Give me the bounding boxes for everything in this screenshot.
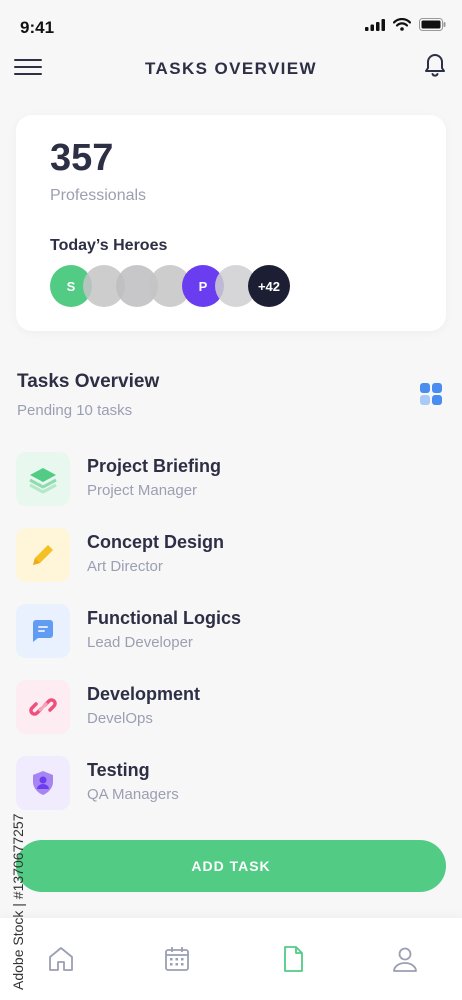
- bottom-tab-bar: [0, 918, 462, 1000]
- user-icon: [393, 947, 417, 972]
- task-role: Project Manager: [87, 482, 198, 499]
- status-icons: [365, 18, 446, 31]
- task-role: QA Managers: [87, 786, 179, 803]
- task-role: Art Director: [87, 558, 163, 575]
- heroes-avatar-list: S P +42: [50, 265, 310, 309]
- page-title: TASKS OVERVIEW: [145, 59, 317, 78]
- tab-document[interactable]: [278, 944, 308, 974]
- professionals-count: 357: [50, 137, 114, 179]
- notifications-button[interactable]: [422, 50, 448, 78]
- professionals-label: Professionals: [50, 187, 147, 204]
- task-title: Concept Design: [87, 532, 225, 552]
- grid-view-button[interactable]: [420, 383, 444, 407]
- task-title: Functional Logics: [87, 608, 242, 628]
- pencil-icon: [33, 545, 53, 565]
- document-icon: [284, 946, 303, 972]
- tab-calendar[interactable]: [162, 944, 192, 974]
- bell-icon: [425, 54, 445, 77]
- task-icon-tile: [16, 604, 70, 658]
- task-role: DevelOps: [87, 710, 153, 727]
- task-title: Project Briefing: [87, 456, 222, 476]
- avatar[interactable]: +42: [248, 265, 290, 307]
- stats-card: 357 Professionals Today’s Heroes S P +42: [16, 115, 446, 331]
- status-bar: 9:41: [0, 0, 462, 46]
- task-icon-tile: [16, 452, 70, 506]
- task-icon-tile: [16, 528, 70, 582]
- task-title: Testing: [87, 760, 150, 780]
- wifi-icon: [393, 18, 411, 31]
- calendar-icon: [165, 947, 189, 971]
- list-item[interactable]: Concept Design Art Director: [16, 528, 436, 584]
- task-icon-tile: [16, 680, 70, 734]
- task-role: Lead Developer: [87, 634, 193, 651]
- battery-icon: [419, 18, 446, 31]
- list-item[interactable]: Functional Logics Lead Developer: [16, 604, 436, 660]
- list-item[interactable]: Development DevelOps: [16, 680, 436, 736]
- status-time: 9:41: [20, 18, 55, 37]
- watermark-text: Adobe Stock | #1370677257: [10, 813, 26, 990]
- message-icon: [33, 620, 53, 642]
- app-header: TASKS OVERVIEW: [0, 46, 462, 92]
- add-task-button[interactable]: ADD TASK: [16, 840, 446, 892]
- list-item[interactable]: Project Briefing Project Manager: [16, 452, 436, 508]
- home-icon: [49, 947, 73, 971]
- link-icon: [29, 698, 57, 716]
- pending-tasks-label: Pending 10 tasks: [17, 402, 133, 419]
- signal-icon: [365, 18, 385, 31]
- task-title: Development: [87, 684, 201, 704]
- tab-home[interactable]: [46, 944, 76, 974]
- section-title: Tasks Overview: [17, 371, 160, 392]
- layers-icon: [29, 468, 57, 494]
- list-item[interactable]: Testing QA Managers: [16, 756, 436, 812]
- heroes-title: Today’s Heroes: [50, 237, 168, 254]
- tab-profile[interactable]: [390, 944, 420, 974]
